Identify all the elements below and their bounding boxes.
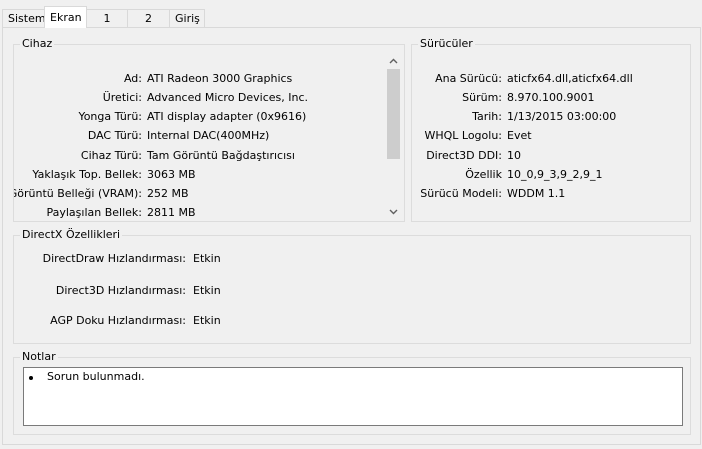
driver-row-whql: WHQL Logolu: Evet xyxy=(412,127,690,145)
tab-1-sesi[interactable]: 1 Sesi xyxy=(86,9,128,42)
agp-label: AGP Doku Hızlandırması: xyxy=(50,314,186,327)
agp-value: Etkin xyxy=(193,314,221,327)
device-device-type-label: Cihaz Türü: xyxy=(80,149,142,162)
notes-group-title: Notlar xyxy=(20,350,58,364)
driver-row-ddi: Direct3D DDI: 10 xyxy=(412,147,690,165)
driver-row-model: Sürücü Modeli: WDDM 1.1 xyxy=(412,185,690,203)
chevron-up-icon xyxy=(389,58,398,63)
drivers-group-title: Sürücüler xyxy=(418,37,475,51)
directx-group: DirectX Özellikleri DirectDraw Hızlandır… xyxy=(13,228,691,344)
driver-feature-value: 10_0,9_3,9_2,9_1 xyxy=(507,168,603,181)
device-row-shared-memory: Paylaşılan Bellek: 2811 MB xyxy=(14,204,386,221)
device-device-type-value: Tam Görüntü Bağdaştırıcısı xyxy=(147,149,295,162)
tab-panel-ekran: Cihaz Ad: ATI Radeon 3000 Graphics Üreti… xyxy=(2,27,701,445)
device-row-total-memory: Yaklaşık Top. Bellek: 3063 MB xyxy=(14,166,386,184)
device-manufacturer-label: Üretici: xyxy=(102,91,142,104)
direct3d-label: Direct3D Hızlandırması: xyxy=(55,284,186,297)
notes-group: Notlar Sorun bulunmadı. xyxy=(13,350,691,435)
device-dac-type-label: DAC Türü: xyxy=(87,129,142,142)
driver-ddi-label: Direct3D DDI: xyxy=(426,149,502,162)
driver-date-label: Tarih: xyxy=(472,110,502,123)
driver-model-value: WDDM 1.1 xyxy=(507,187,566,200)
tab-sistem[interactable]: Sistem xyxy=(2,9,46,27)
device-total-memory-label: Yaklaşık Top. Bellek: xyxy=(32,168,142,181)
device-chip-type-label: Yonga Türü: xyxy=(78,110,142,123)
driver-date-value: 1/13/2015 03:00:00 xyxy=(507,110,617,123)
bullet-icon xyxy=(29,376,33,380)
device-manufacturer-value: Advanced Micro Devices, Inc. xyxy=(147,91,309,104)
device-shared-memory-label: Paylaşılan Bellek: xyxy=(46,206,142,219)
device-dac-type-value: Internal DAC(400MHz) xyxy=(147,129,270,142)
directdraw-value: Etkin xyxy=(193,252,221,265)
driver-ddi-value: 10 xyxy=(507,149,521,162)
driver-version-label: Sürüm: xyxy=(462,91,502,104)
device-total-memory-value: 3063 MB xyxy=(147,168,196,181)
device-row-chip-type: Yonga Türü: ATI display adapter (0x9616) xyxy=(14,108,386,126)
drivers-group: Sürücüler Ana Sürücü: aticfx64.dll,aticf… xyxy=(411,37,691,222)
driver-whql-label: WHQL Logolu: xyxy=(424,129,502,142)
device-chip-type-value: ATI display adapter (0x9616) xyxy=(147,110,307,123)
device-row-device-type: Cihaz Türü: Tam Görüntü Bağdaştırıcısı xyxy=(14,147,386,165)
scroll-thumb[interactable] xyxy=(387,69,400,159)
scroll-up-button[interactable] xyxy=(386,53,401,68)
driver-version-value: 8.970.100.9001 xyxy=(507,91,595,104)
device-name-value: ATI Radeon 3000 Graphics xyxy=(147,72,293,85)
driver-row-feature: Özellik 10_0,9_3,9_2,9_1 xyxy=(412,166,690,184)
device-vram-value: 252 MB xyxy=(147,187,189,200)
directx-group-title: DirectX Özellikleri xyxy=(20,228,123,242)
device-row-name: Ad: ATI Radeon 3000 Graphics xyxy=(14,70,386,88)
device-shared-memory-value: 2811 MB xyxy=(147,206,196,219)
notes-item: Sorun bulunmadı. xyxy=(47,370,145,383)
device-vram-label: Görüntü Belleği (VRAM): xyxy=(14,187,142,200)
device-row-vram: Görüntü Belleği (VRAM): 252 MB xyxy=(14,185,386,203)
tab-ekran[interactable]: Ekran xyxy=(44,6,87,28)
device-group: Cihaz Ad: ATI Radeon 3000 Graphics Üreti… xyxy=(13,37,405,222)
driver-row-main-driver: Ana Sürücü: aticfx64.dll,aticfx64.dll xyxy=(412,70,690,88)
driver-main-value: aticfx64.dll,aticfx64.dll xyxy=(507,72,633,85)
tab-2-sesi[interactable]: 2 Sesi xyxy=(127,9,170,42)
driver-main-label: Ana Sürücü: xyxy=(435,72,502,85)
device-row-dac-type: DAC Türü: Internal DAC(400MHz) xyxy=(14,127,386,145)
scroll-down-button[interactable] xyxy=(386,204,401,219)
driver-row-version: Sürüm: 8.970.100.9001 xyxy=(412,89,690,107)
driver-row-date: Tarih: 1/13/2015 03:00:00 xyxy=(412,108,690,126)
driver-model-label: Sürücü Modeli: xyxy=(420,187,502,200)
device-row-manufacturer: Üretici: Advanced Micro Devices, Inc. xyxy=(14,89,386,107)
tab-giris[interactable]: Giriş xyxy=(169,9,205,27)
device-name-label: Ad: xyxy=(123,72,142,85)
direct3d-value: Etkin xyxy=(193,284,221,297)
tab-strip: Sistem Ekran 1 Sesi 2 Sesi Giriş xyxy=(0,6,702,42)
chevron-down-icon xyxy=(389,209,398,214)
directx-row-agp: AGP Doku Hızlandırması: Etkin xyxy=(14,312,690,330)
device-scrollbar[interactable] xyxy=(386,53,401,219)
driver-whql-value: Evet xyxy=(507,129,532,142)
device-info-list: Ad: ATI Radeon 3000 Graphics Üretici: Ad… xyxy=(14,45,386,221)
directx-row-directdraw: DirectDraw Hızlandırması: Etkin xyxy=(14,250,690,268)
notes-textbox[interactable]: Sorun bulunmadı. xyxy=(23,367,683,426)
driver-feature-label: Özellik xyxy=(465,168,502,181)
directx-row-direct3d: Direct3D Hızlandırması: Etkin xyxy=(14,282,690,300)
directdraw-label: DirectDraw Hızlandırması: xyxy=(42,252,186,265)
